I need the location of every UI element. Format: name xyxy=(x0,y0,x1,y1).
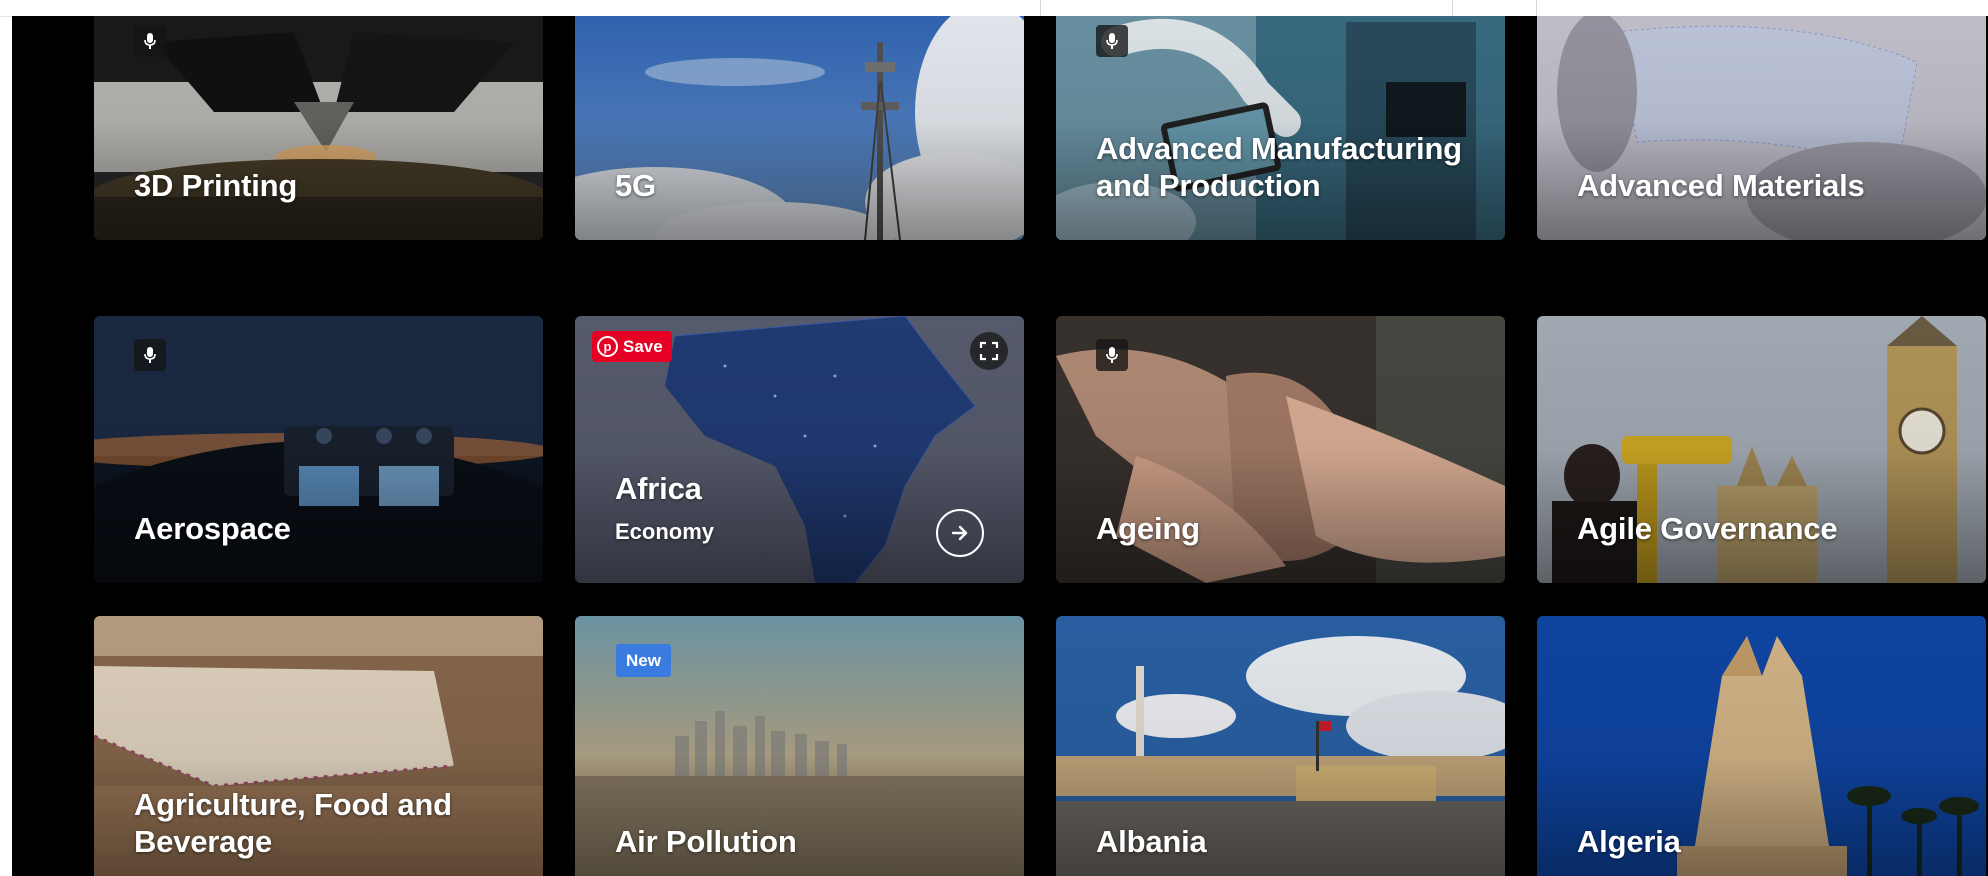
image-overlay xyxy=(575,16,1024,240)
topic-card-advanced-materials[interactable]: Advanced Materials xyxy=(1537,16,1986,240)
topic-card-5g[interactable]: 5G xyxy=(575,16,1024,240)
topic-card-aerospace[interactable]: Aerospace xyxy=(94,316,543,583)
topic-title: Advanced Materials xyxy=(1577,168,1865,203)
divider-tick xyxy=(1536,0,1537,16)
save-label: Save xyxy=(623,336,663,356)
microphone-icon[interactable] xyxy=(134,25,166,57)
pinterest-save-button[interactable]: p Save xyxy=(592,331,672,362)
topic-title: 5G xyxy=(615,168,656,203)
topic-card-algeria[interactable]: Algeria xyxy=(1537,616,1986,876)
arrow-right-circle-icon[interactable] xyxy=(936,509,984,557)
topic-title: Advanced Manufacturing and Production xyxy=(1096,131,1462,203)
topic-card-advanced-manufacturing[interactable]: Advanced Manufacturing and Production xyxy=(1056,16,1505,240)
topic-card-africa[interactable]: p Save Africa Economy xyxy=(575,316,1024,583)
topic-card-ageing[interactable]: Ageing xyxy=(1056,316,1505,583)
divider-tick xyxy=(1040,0,1041,16)
topic-title: Ageing xyxy=(1096,511,1200,546)
microphone-icon[interactable] xyxy=(134,339,166,371)
microphone-icon[interactable] xyxy=(1096,25,1128,57)
topic-grid-panel: 3D Printing 5G Advanced Manufacturing an… xyxy=(12,16,1988,876)
topic-title: 3D Printing xyxy=(134,168,298,203)
topic-card-agriculture[interactable]: Agriculture, Food and Beverage xyxy=(94,616,543,876)
topic-title: Algeria xyxy=(1577,824,1681,859)
page: 3D Printing 5G Advanced Manufacturing an… xyxy=(0,0,1988,876)
topic-title: Albania xyxy=(1096,824,1207,859)
topic-title: Africa xyxy=(615,471,702,506)
topic-card-agile-governance[interactable]: Agile Governance xyxy=(1537,316,1986,583)
pinterest-icon: p xyxy=(597,336,618,357)
new-badge: New xyxy=(616,644,671,677)
topic-card-albania[interactable]: Albania xyxy=(1056,616,1505,876)
topic-title: Agriculture, Food and Beverage xyxy=(134,787,452,859)
topic-card-air-pollution[interactable]: New Air Pollution xyxy=(575,616,1024,876)
topic-title: Agile Governance xyxy=(1577,511,1838,546)
microphone-icon[interactable] xyxy=(1096,339,1128,371)
topic-title: Aerospace xyxy=(134,511,291,546)
topic-subtitle: Economy xyxy=(615,519,715,544)
expand-icon[interactable] xyxy=(970,332,1008,370)
divider-tick xyxy=(1452,0,1453,16)
image-overlay xyxy=(1537,16,1986,240)
topic-title: Air Pollution xyxy=(615,824,797,859)
topic-card-3d-printing[interactable]: 3D Printing xyxy=(94,16,543,240)
top-divider-strip xyxy=(0,0,1988,17)
